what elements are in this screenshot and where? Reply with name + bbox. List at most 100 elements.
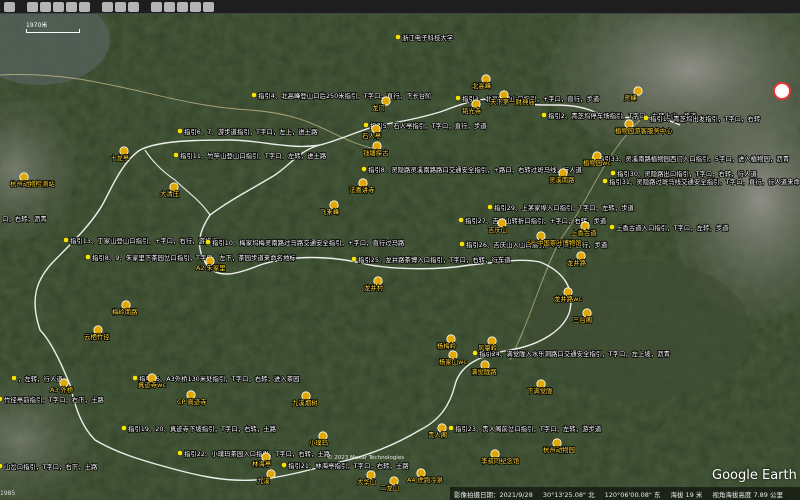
poi-label[interactable]: 植物园游客服务中心 — [614, 125, 674, 136]
poi-label[interactable]: A2 朱家里 — [195, 262, 227, 273]
trail-label[interactable]: 指引23、贵人阁前岔口指引，T字口，左转，游步道 — [454, 423, 602, 434]
poi-label[interactable]: 九溪烟树 — [291, 397, 319, 408]
trail-label[interactable]: 指引11、竹竿山登山口指引，T字口，左转，进土路 — [179, 150, 327, 161]
trail-label[interactable]: 指引30、灵隐路出口指引，T字口，右转，行人道 — [616, 168, 758, 179]
trail-label[interactable]: 指引33、灵溪南路植物园西门入口指引，5字口，进入植物园，沥青 — [597, 153, 790, 164]
poi-label[interactable]: A4 虎跑冷泉 — [406, 474, 444, 485]
trail-label[interactable]: 口，右转，沥青 — [1, 213, 48, 224]
poi-label[interactable]: 风篁岭 — [477, 342, 498, 353]
pushpin-icon[interactable] — [448, 425, 454, 431]
pushpin-icon[interactable] — [610, 170, 616, 176]
poi-label[interactable]: 石人亭 — [361, 130, 382, 141]
trail-label[interactable]: ，左转，行人道 — [17, 373, 64, 384]
pushpin-icon[interactable] — [205, 239, 211, 245]
pushpin-icon[interactable] — [395, 34, 401, 40]
poi-label[interactable]: 法喜讲寺 — [348, 184, 376, 195]
trail-label[interactable]: 指引22、小璞玛茶园入口指引，T字口，右转，土路 — [183, 448, 331, 459]
trail-label[interactable]: 指引5、石人亭指引，T字口，直行，步道 — [369, 120, 488, 131]
poi-label[interactable]: 龙门 — [371, 102, 385, 113]
poi-label[interactable]: A3 外桥 — [49, 384, 74, 395]
pushpin-icon[interactable] — [609, 224, 615, 230]
pushpin-icon[interactable] — [281, 462, 287, 468]
poi-label[interactable]: 梅岭南路 — [111, 306, 139, 317]
path-icon[interactable] — [53, 1, 64, 12]
poi-label[interactable]: 二龙山 — [379, 482, 400, 493]
poi-label[interactable]: 小璞玛 — [308, 437, 329, 448]
trail-label[interactable]: 指引1、青芝坞出发指引，T字口，右转 — [649, 113, 761, 124]
poi-label[interactable]: 李叔同纪念馆 — [480, 455, 520, 466]
pushpin-icon[interactable] — [351, 256, 357, 262]
satellite-map[interactable]: 浙江电子科技大学指引4、北高峰登山口后250米指引，T字口，直行，下长台阶指引3… — [0, 0, 800, 500]
pushpin-icon[interactable] — [132, 375, 138, 381]
poi-label[interactable]: 林海亭 — [251, 458, 272, 469]
poi-label[interactable]: 杭州动物园 — [542, 444, 576, 455]
trail-label[interactable]: 竹径亭前指引，T字口，右下，土路 — [3, 394, 105, 405]
poi-label[interactable]: 龙井路wc — [553, 293, 583, 304]
trail-label[interactable]: 指引21、林海亭指引，T字口，右转，土路 — [287, 460, 410, 471]
trail-label[interactable]: 指引13、丁家山登山口指引，+字口，右行，游步道 — [69, 235, 219, 246]
pushpin-icon[interactable] — [177, 450, 183, 456]
print-icon[interactable] — [177, 1, 188, 12]
pushpin-icon[interactable] — [361, 166, 367, 172]
poi-label[interactable]: 满觉陇路 — [470, 366, 498, 377]
poi-label[interactable]: 云栖竹径 — [83, 331, 111, 342]
poi-label[interactable]: 九溪 — [256, 475, 271, 486]
trail-label[interactable]: 指引6、7、游步道指引，T字口，左上，进土路 — [183, 126, 319, 137]
poi-label[interactable]: 上香古道 — [570, 227, 598, 238]
trail-label[interactable]: 上香古道入口指引，T字口，左转，步道 — [615, 222, 730, 233]
poi-label[interactable]: 天下第一财神庙 — [489, 96, 536, 107]
poi-label[interactable]: 植物园wc — [582, 157, 612, 168]
poi-label[interactable]: 大清庄 — [159, 188, 180, 199]
pushpin-icon[interactable] — [11, 375, 17, 381]
poi-label[interactable]: 贵人阁 — [427, 429, 448, 440]
trail-label[interactable]: 指引29、上茅家埠入口指引，T字口，左转，步道 — [493, 202, 635, 213]
poi-label[interactable]: 灵溪南路 — [548, 174, 576, 185]
trail-label[interactable]: 指引31、灵隐路过斑马线交通安全指引，T字口，直行，行人道来命名地标 — [608, 176, 800, 187]
sidebar-toggle-icon[interactable] — [4, 1, 15, 12]
poi-label[interactable]: SP 中国茶叶博物馆 — [526, 237, 582, 248]
pushpin-icon[interactable] — [251, 92, 257, 98]
poi-label[interactable]: 十龙亭 — [109, 152, 130, 163]
tour-icon[interactable] — [79, 1, 90, 12]
email-icon[interactable] — [164, 1, 175, 12]
poi-label[interactable]: 龙井路 — [566, 257, 587, 268]
pushpin-icon[interactable] — [85, 254, 91, 260]
trail-label[interactable]: 山岔口指引，T字口，右下，土路 — [3, 461, 99, 472]
poi-label[interactable]: 飞来峰 — [319, 206, 340, 217]
sun-icon[interactable] — [115, 1, 126, 12]
trail-label[interactable]: 指引10、梅家坞梅灵南路过马路交通安全指引，+字口，直行过马路 — [211, 237, 406, 248]
trail-label[interactable]: 指引19、20、真迹寺下坡指引，T字口，右转，土路 — [127, 423, 277, 434]
ruler-icon[interactable] — [151, 1, 162, 12]
poi-label[interactable]: 钱塘探古 — [362, 147, 390, 158]
save-image-icon[interactable] — [190, 1, 201, 12]
pushpin-icon[interactable] — [487, 204, 493, 210]
trail-label[interactable]: 指引24、满觉陇入水乐洞路口交通安全指引，T字口，左上坡，沥青 — [478, 348, 671, 359]
poi-label[interactable]: 杨梅岭 — [436, 340, 457, 351]
poi-label[interactable]: CP 真迹寺 — [176, 396, 208, 407]
pushpin-icon[interactable] — [541, 112, 547, 118]
pushpin-icon[interactable] — [121, 425, 127, 431]
poi-label[interactable]: 龙井村 — [363, 282, 384, 293]
pushpin-icon[interactable] — [458, 217, 464, 223]
pushpin-icon[interactable] — [643, 115, 649, 121]
compass-icon[interactable] — [773, 82, 791, 100]
trail-label[interactable]: 指引4、北高峰登山口后250米指引，T字口，直行，下长台阶 — [257, 90, 433, 101]
poi-label[interactable]: 杨家山wc — [438, 356, 468, 367]
historical-imagery-icon[interactable] — [102, 1, 113, 12]
poi-label[interactable]: 下满觉陇 — [526, 385, 554, 396]
pushpin-icon[interactable] — [173, 152, 179, 158]
poi-label[interactable]: 灵峰 — [623, 92, 638, 103]
planet-icon[interactable] — [128, 1, 139, 12]
trail-label[interactable]: 指引8、灵隐路灵溪南路路口交通安全指引，+路口，右转过斑马线，行人道 — [367, 164, 583, 175]
poi-label[interactable]: 杭州动物检测站 — [9, 178, 56, 189]
poi-label[interactable]: 北高峰 — [471, 80, 492, 91]
polygon-icon[interactable] — [40, 1, 51, 12]
trail-label[interactable]: 浙江电子科技大学 — [401, 32, 454, 43]
pushpin-icon[interactable] — [602, 178, 608, 184]
google-maps-icon[interactable] — [203, 1, 214, 12]
poi-label[interactable]: 吉庆山 — [487, 224, 508, 235]
pushpin-icon[interactable] — [459, 241, 465, 247]
pushpin-icon[interactable] — [472, 350, 478, 356]
placemark-icon[interactable] — [27, 1, 38, 12]
trail-label[interactable]: 指引25、龙井路茶博入口指引，T字口，右转，行车道 — [357, 254, 512, 265]
